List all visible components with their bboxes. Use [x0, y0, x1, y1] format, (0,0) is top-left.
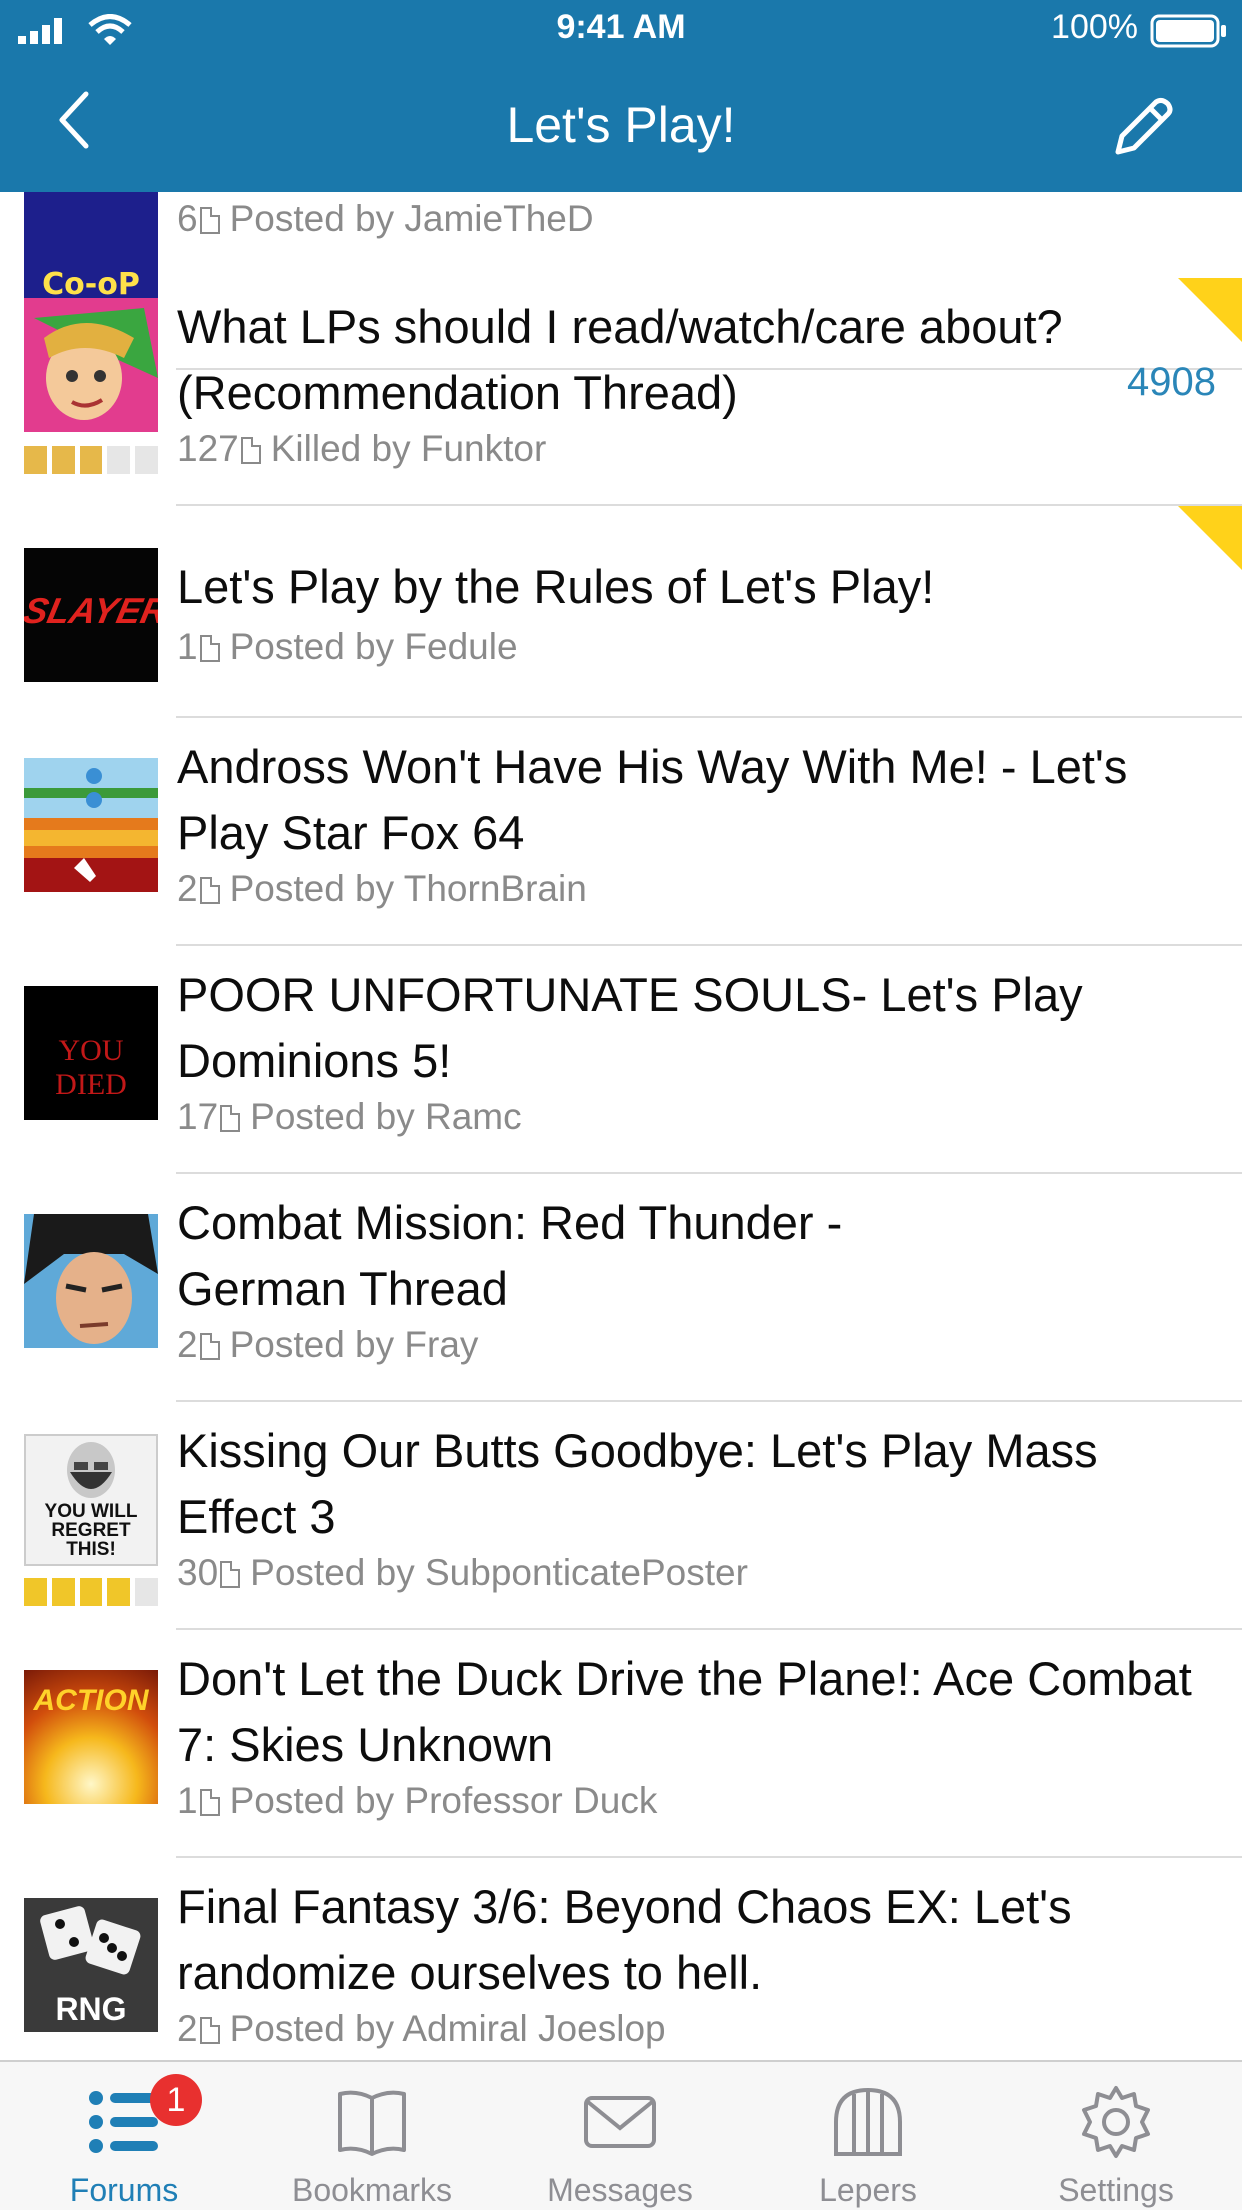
thread-author: Posted by Fray: [229, 1324, 479, 1365]
page-icon: [199, 1333, 220, 1360]
sticky-indicator: [1178, 278, 1242, 342]
page-count: 127: [177, 428, 239, 469]
thread-author: Posted by Professor Duck: [229, 1780, 658, 1821]
tab-label: Forums: [69, 2172, 179, 2208]
tab-forums[interactable]: 1 Forums: [0, 2062, 248, 2210]
thread-row[interactable]: What LPs should I read/watch/care about?…: [0, 278, 1242, 506]
thread-title: Combat Mission: Red Thunder - German Thr…: [177, 1196, 843, 1315]
book-icon: [338, 2090, 406, 2156]
thread-avatar: YOU WILL REGRET THIS!: [24, 1434, 158, 1566]
thread-row[interactable]: Combat Mission: Red Thunder - German Thr…: [0, 1174, 1242, 1402]
dice-icon: [40, 1906, 141, 1975]
page-icon: [199, 635, 220, 662]
tab-label: Settings: [1058, 2172, 1174, 2208]
gear-icon: [1082, 2086, 1150, 2158]
thread-avatar: RNG: [24, 1898, 158, 2032]
thread-meta: 2 Posted by ThornBrain: [177, 868, 587, 910]
thread-author: Posted by JamieTheD: [229, 198, 594, 239]
thread-row[interactable]: Andross Won't Have His Way With Me! - Le…: [0, 718, 1242, 946]
thread-meta: 127 Killed by Funktor: [177, 428, 546, 470]
thread-avatar: [24, 298, 158, 432]
thread-avatar: [24, 758, 158, 892]
thread-title: Final Fantasy 3/6: Beyond Chaos EX: Let'…: [177, 1880, 1072, 1999]
tab-messages[interactable]: Messages: [496, 2062, 744, 2210]
envelope-icon: [584, 2096, 656, 2148]
page-count: 6: [177, 198, 198, 239]
thread-title: Let's Play by the Rules of Let's Play!: [177, 560, 935, 613]
page-count: 2: [177, 2008, 198, 2049]
battery-icon: [1150, 14, 1226, 48]
page-icon: [199, 1789, 220, 1816]
page-count: 1: [177, 626, 198, 667]
tab-label: Lepers: [819, 2172, 917, 2208]
thread-author: Posted by Ramc: [250, 1096, 522, 1137]
thread-meta: 1 Posted by Fedule: [177, 626, 518, 668]
battery-percent: 100%: [1051, 8, 1138, 46]
notification-badge: 1: [150, 2074, 202, 2126]
thread-row[interactable]: ACTION Don't Let the Duck Drive the Plan…: [0, 1630, 1242, 1858]
thread-author: Posted by ThornBrain: [229, 868, 587, 909]
thread-meta: 2 Posted by Fray: [177, 1324, 478, 1366]
avatar-label: YOU DIED: [55, 1034, 127, 1101]
tab-lepers[interactable]: Lepers: [744, 2062, 992, 2210]
thread-rating: [24, 1578, 158, 1606]
thread-avatar: [24, 1214, 158, 1348]
unread-count[interactable]: 4908: [1127, 360, 1216, 405]
anime-face-avatar-icon: [24, 1214, 158, 1348]
tab-settings[interactable]: Settings: [992, 2062, 1240, 2210]
thread-list[interactable]: Co-oP 6 Posted by JamieTheD What LPs shou…: [0, 192, 1242, 2060]
thread-meta: 1 Posted by Professor Duck: [177, 1780, 657, 1822]
thread-row[interactable]: RNG Final Fantasy 3/6: Beyond Chaos EX: …: [0, 1858, 1242, 2060]
tab-bookmarks[interactable]: Bookmarks: [248, 2062, 496, 2210]
page-icon: [220, 1105, 241, 1132]
thread-meta: 17 Posted by Ramc: [177, 1096, 522, 1138]
thread-avatar: SLAYER: [24, 548, 158, 682]
tab-label: Bookmarks: [291, 2172, 453, 2208]
thread-row[interactable]: SLAYER Let's Play by the Rules of Let's …: [0, 506, 1242, 718]
thread-title: Andross Won't Have His Way With Me! - Le…: [177, 740, 1128, 859]
page-icon: [240, 437, 261, 464]
thread-rating: [24, 446, 158, 474]
page-count: 1: [177, 1780, 198, 1821]
starfox-avatar-icon: [24, 758, 158, 892]
thread-avatar: ACTION: [24, 1670, 158, 1804]
tab-bar: 1 Forums Bookmarks Messages Lepers Setti…: [0, 2060, 1242, 2210]
thread-author: Posted by Fedule: [229, 626, 518, 667]
cage-icon: [834, 2087, 902, 2156]
link-avatar-icon: [24, 298, 158, 432]
thread-author: Killed by Funktor: [270, 428, 547, 469]
bearded-face-icon: [67, 1442, 115, 1498]
page-icon: [199, 2017, 220, 2044]
thread-avatar: YOU DIED: [24, 986, 158, 1120]
thread-title: Kissing Our Butts Goodbye: Let's Play Ma…: [177, 1424, 1098, 1543]
avatar-label: ACTION: [33, 1684, 149, 1717]
thread-meta: 30 Posted by SubponticatePoster: [177, 1552, 748, 1594]
thread-row[interactable]: YOU DIED POOR UNFORTUNATE SOULS- Let's P…: [0, 946, 1242, 1174]
avatar-label: YOU WILL REGRET THIS!: [44, 1501, 138, 1560]
page-icon: [220, 1561, 241, 1588]
avatar-label: SLAYER: [24, 590, 158, 631]
compose-pencil-icon[interactable]: [1110, 94, 1176, 160]
page-icon: [199, 877, 220, 904]
thread-row[interactable]: YOU WILL REGRET THIS! Kissing Our Butts …: [0, 1402, 1242, 1630]
page-title: Let's Play!: [506, 97, 736, 153]
avatar-label: RNG: [55, 1991, 127, 2027]
thread-author: Posted by Admiral Joeslop: [229, 2008, 666, 2049]
thread-title: Don't Let the Duck Drive the Plane!: Ace…: [177, 1652, 1192, 1771]
page-count: 17: [177, 1096, 219, 1137]
thread-author: Posted by SubponticatePoster: [250, 1552, 748, 1593]
thread-title: What LPs should I read/watch/care about?…: [177, 300, 1063, 419]
page-count: 30: [177, 1552, 219, 1593]
nav-bar: Let's Play!: [0, 60, 1242, 192]
status-bar: 9:41 AM 100%: [0, 0, 1242, 60]
tab-label: Messages: [547, 2172, 693, 2208]
thread-title: POOR UNFORTUNATE SOULS- Let's Play Domin…: [177, 968, 1083, 1087]
page-icon: [199, 207, 220, 234]
page-count: 2: [177, 1324, 198, 1365]
thread-meta: 2 Posted by Admiral Joeslop: [177, 2008, 666, 2050]
page-count: 2: [177, 868, 198, 909]
thread-meta: 6 Posted by JamieTheD: [177, 198, 594, 240]
